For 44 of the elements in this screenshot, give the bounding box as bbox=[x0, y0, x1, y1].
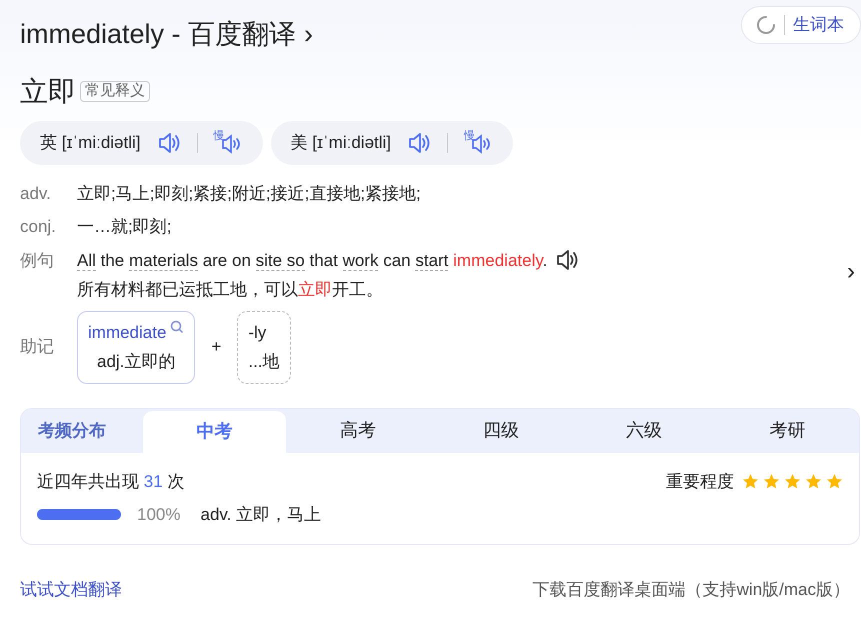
exam-tab[interactable]: 考研 bbox=[716, 408, 859, 452]
word-part-gloss: ...地 bbox=[248, 351, 280, 373]
exam-tab[interactable]: 中考 bbox=[143, 410, 286, 452]
part-of-speech: conj. bbox=[20, 216, 57, 238]
definition-text: 一…就;即刻; bbox=[77, 216, 172, 238]
vocabulary-button[interactable]: 生词本 bbox=[741, 6, 861, 44]
document-translate-link[interactable]: 试试文档翻译 bbox=[20, 576, 122, 602]
next-arrow-icon[interactable]: › bbox=[847, 254, 855, 290]
search-icon[interactable] bbox=[170, 320, 184, 334]
definition-text: 立即;马上;即刻;紧接;附近;接近;直接地;紧接地; bbox=[77, 182, 421, 204]
download-text: 下载百度翻译桌面端（支持win版/mac版） bbox=[532, 578, 850, 600]
star-icon bbox=[826, 472, 843, 490]
example-label: 例句 bbox=[20, 250, 55, 272]
phonetic-text: 英 [ɪˈmiːdiətli] bbox=[40, 132, 141, 154]
slow-speaker-button[interactable]: 慢 bbox=[214, 130, 243, 154]
example-sentence: All the materials are on site so that work can start immediately. bbox=[77, 250, 548, 272]
definition-tag: 常见释义 bbox=[80, 81, 150, 102]
exam-heading: 考频分布 bbox=[37, 420, 107, 442]
example-translation: 所有材料都已运抵工地，可以立即开工。 bbox=[77, 279, 384, 301]
star-icon bbox=[742, 472, 759, 490]
speaker-icon[interactable] bbox=[555, 248, 580, 272]
part-of-speech: adv. bbox=[20, 182, 52, 204]
headword: 立即 bbox=[20, 74, 76, 108]
page-title: immediately - 百度翻译 bbox=[20, 18, 296, 51]
slow-speaker-button[interactable]: 慢 bbox=[464, 130, 494, 154]
star-icon bbox=[784, 472, 801, 490]
exam-tab[interactable]: 六级 bbox=[572, 408, 716, 452]
star-icon bbox=[805, 472, 822, 490]
word-part-gloss: adj.立即的 bbox=[96, 351, 176, 373]
phonetic-text: 美 [ɪˈmiːdiətli] bbox=[290, 132, 392, 154]
exam-tab[interactable]: 四级 bbox=[429, 408, 573, 452]
sense-text: adv. 立即，马上 bbox=[200, 504, 322, 526]
plus-sign: + bbox=[211, 336, 222, 358]
loading-icon bbox=[756, 14, 776, 35]
chevron-icon[interactable]: › bbox=[304, 14, 314, 54]
exam-tab[interactable]: 高考 bbox=[286, 408, 430, 452]
word-part-card[interactable]: immediate adj.立即的 bbox=[77, 310, 196, 384]
importance-label: 重要程度 bbox=[666, 470, 734, 492]
occurrence-count: 近四年共出现 31 次 bbox=[37, 470, 184, 492]
star-icon bbox=[763, 472, 780, 490]
percent-text: 100% bbox=[137, 504, 180, 526]
word-part: -ly bbox=[248, 322, 266, 344]
mnemonic-label: 助记 bbox=[20, 336, 55, 358]
word-part[interactable]: immediate bbox=[88, 320, 166, 345]
